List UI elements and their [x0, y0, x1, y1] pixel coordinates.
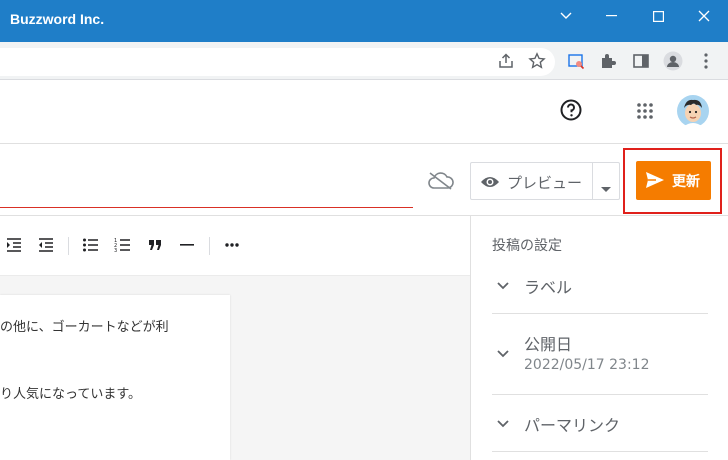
published-date-value: 2022/05/17 23:12: [524, 357, 650, 373]
sidebar-divider: [492, 313, 708, 314]
window-titlebar: Buzzword Inc.: [0, 0, 728, 42]
cloud-off-icon: [428, 172, 454, 190]
content-line: り人気になっています。: [0, 387, 142, 402]
sidebar-divider: [492, 394, 708, 395]
apps-grid-icon[interactable]: [637, 103, 653, 119]
extensions-puzzle-icon[interactable]: [597, 50, 619, 72]
chevron-down-icon: [497, 282, 509, 290]
avatar[interactable]: [677, 95, 709, 127]
chevron-down-icon: [497, 350, 509, 358]
toolbar-separator: [209, 237, 210, 255]
post-settings-heading: 投稿の設定: [492, 238, 562, 254]
chevron-down-icon: [497, 420, 509, 428]
bullet-list-icon[interactable]: [80, 234, 102, 256]
send-icon: [645, 171, 665, 189]
bookmark-star-icon[interactable]: [526, 50, 548, 72]
preview-button-label: プレビュー: [507, 174, 583, 192]
sidebar-divider: [492, 451, 708, 452]
help-icon[interactable]: [560, 99, 582, 121]
eye-icon: [480, 174, 500, 188]
formatting-toolbar: 123: [0, 216, 470, 276]
toolbar-separator: [68, 237, 69, 255]
close-icon[interactable]: [681, 0, 727, 32]
editor-page[interactable]: の他に、ゴーカートなどが利 り人気になっています。: [0, 295, 230, 460]
preview-button[interactable]: プレビュー: [470, 162, 620, 200]
sidebar-item-published-date[interactable]: 公開日 2022/05/17 23:12: [492, 331, 708, 381]
sidebar-item-label: パーマリンク: [524, 416, 621, 435]
more-options-icon[interactable]: [221, 234, 243, 256]
post-settings-sidebar: 投稿の設定 ラベル 公開日 2022/05/17 23:12 パーマリンク: [470, 216, 728, 460]
profile-icon[interactable]: [662, 50, 684, 72]
browser-menu-icon[interactable]: [695, 50, 717, 72]
maximize-icon[interactable]: [635, 0, 681, 32]
sidebar-item-label: ラベル: [524, 278, 573, 297]
horizontal-rule-icon[interactable]: [176, 234, 198, 256]
window-title: Buzzword Inc.: [10, 11, 105, 27]
indent-increase-icon[interactable]: [3, 234, 25, 256]
app-header: [0, 80, 728, 144]
tab-search-icon[interactable]: [543, 0, 589, 32]
preview-dropdown-icon[interactable]: [600, 179, 612, 192]
preview-divider: [592, 163, 593, 199]
side-panel-icon[interactable]: [630, 50, 652, 72]
sidebar-item-permalink[interactable]: パーマリンク: [492, 412, 708, 452]
address-bar[interactable]: [0, 48, 555, 76]
update-button[interactable]: 更新: [636, 161, 711, 200]
numbered-list-icon[interactable]: 123: [112, 234, 134, 256]
browser-toolbar: [0, 42, 728, 80]
minimize-icon[interactable]: [589, 0, 635, 32]
svg-text:3: 3: [114, 248, 117, 253]
extension-search-icon[interactable]: [565, 50, 587, 72]
share-icon[interactable]: [495, 50, 517, 72]
indent-decrease-icon[interactable]: [35, 234, 57, 256]
content-line: の他に、ゴーカートなどが利: [0, 320, 169, 335]
update-button-label: 更新: [672, 174, 700, 190]
sidebar-item-label: 公開日: [524, 335, 573, 354]
quote-icon[interactable]: [144, 234, 166, 256]
sidebar-item-labels[interactable]: ラベル: [492, 274, 708, 314]
post-title-underline: [0, 207, 413, 208]
